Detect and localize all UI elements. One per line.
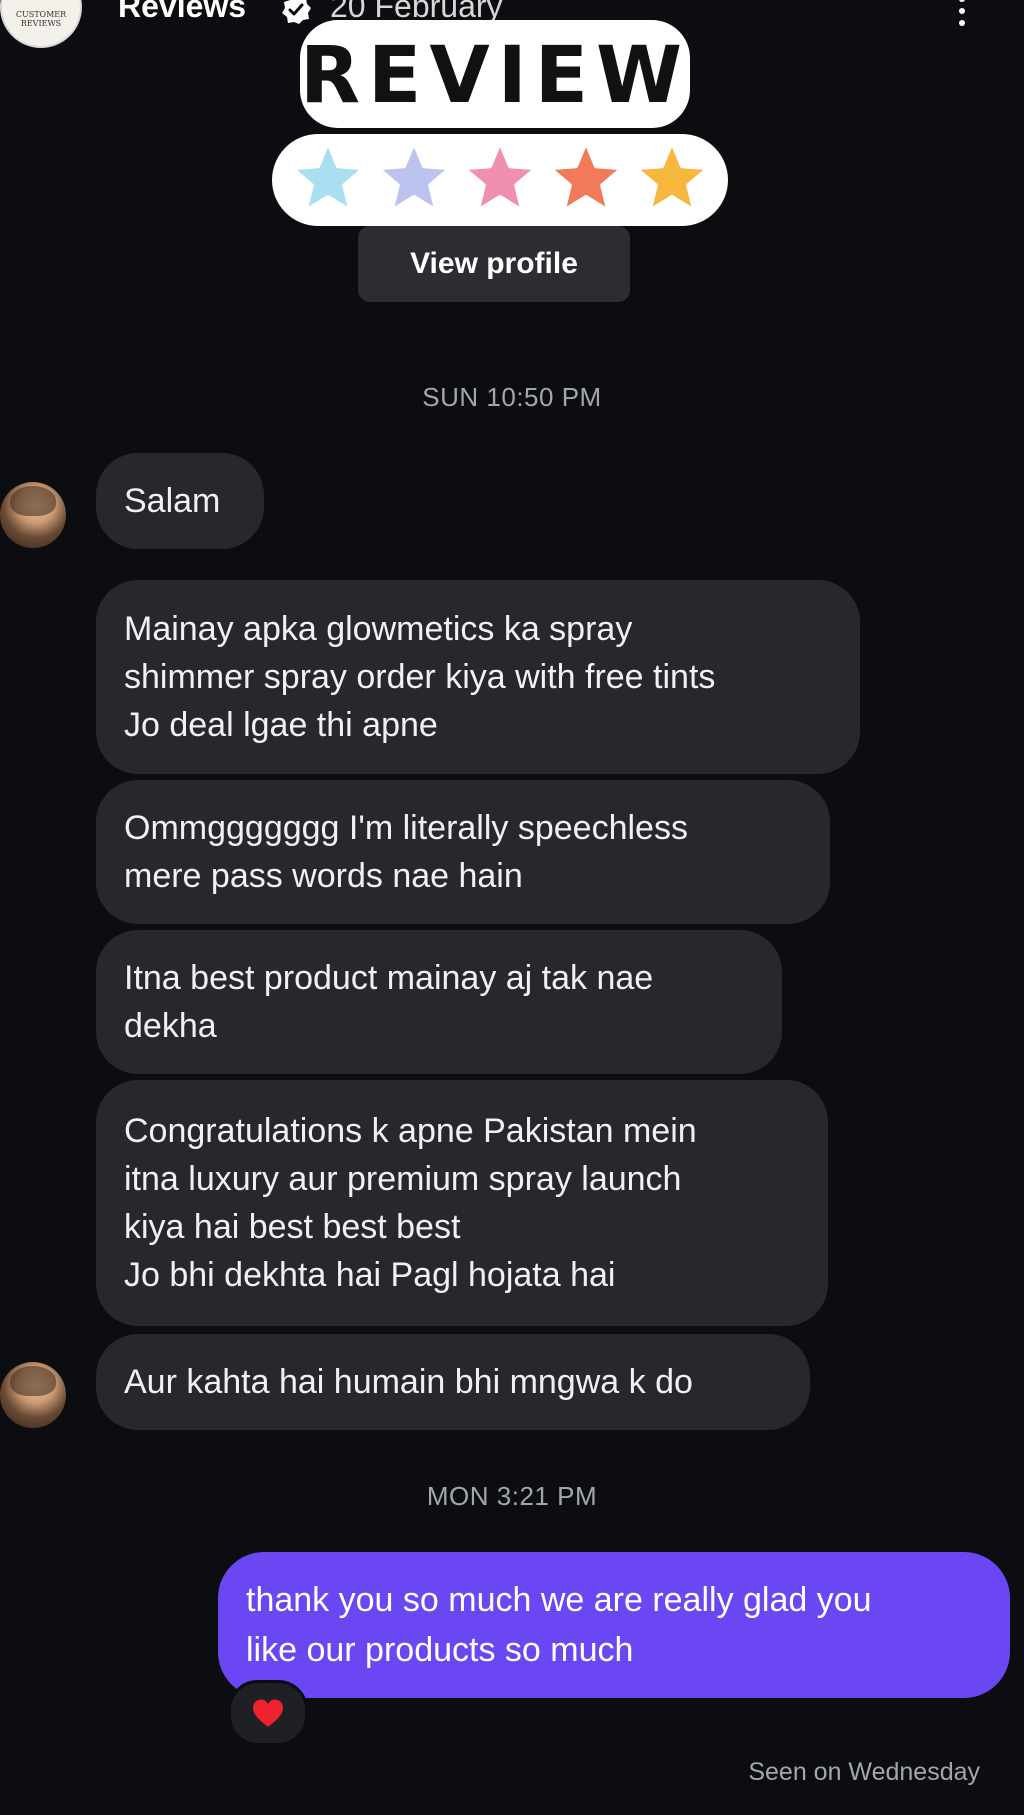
message-text: Itna best product mainay aj tak nae <box>124 959 654 997</box>
message-text: Jo bhi dekhta hai Pagl hojata hai <box>124 1256 616 1294</box>
message-bubble-incoming[interactable]: Ommggggggg I'm literally speechless mere… <box>96 780 830 924</box>
timestamp-monday: MON 3:21 PM <box>426 1481 598 1511</box>
message-text: Aur kahta hai humain bhi mngwa k do <box>124 1363 693 1401</box>
message-text: shimmer spray order kiya with free tints <box>124 658 716 696</box>
sender-avatar[interactable] <box>0 482 66 548</box>
avatar-text-line-1: CUSTOMER <box>15 10 67 19</box>
review-sticker: REVIEW <box>270 10 730 226</box>
heart-icon <box>253 1699 283 1727</box>
message-text: Jo deal lgae thi apne <box>124 706 438 744</box>
message-bubble-outgoing[interactable]: thank you so much we are really glad you… <box>218 1552 1010 1698</box>
timestamp-sunday: SUN 10:50 PM <box>422 382 602 412</box>
message-text: mere pass words nae hain <box>124 857 523 895</box>
message-bubble-incoming[interactable]: Congratulations k apne Pakistan mein itn… <box>96 1080 828 1326</box>
message-bubble-incoming[interactable]: Salam <box>96 453 264 549</box>
sticker-title: REVIEW <box>300 31 691 121</box>
rating-stars <box>272 134 728 226</box>
message-text: dekha <box>124 1007 217 1045</box>
profile-avatar[interactable]: CUSTOMER REVIEWS <box>0 0 82 48</box>
message-text: itna luxury aur premium spray launch <box>124 1160 682 1198</box>
avatar-text-line-2: REVIEWS <box>20 19 62 28</box>
sender-avatar[interactable] <box>0 1362 66 1428</box>
heart-reaction[interactable] <box>228 1680 308 1746</box>
header-username[interactable]: Reviews <box>118 0 246 25</box>
message-bubble-incoming[interactable]: Itna best product mainay aj tak nae dekh… <box>96 930 782 1074</box>
seen-status: Seen on Wednesday <box>748 1758 980 1786</box>
message-bubble-incoming[interactable]: Aur kahta hai humain bhi mngwa k do <box>96 1334 810 1430</box>
message-text: Mainay apka glowmetics ka spray <box>124 610 633 648</box>
message-bubble-incoming[interactable]: Mainay apka glowmetics ka spray shimmer … <box>96 580 860 774</box>
message-text: kiya hai best best best <box>124 1208 461 1246</box>
message-text: Congratulations k apne Pakistan mein <box>124 1112 697 1150</box>
message-text: Ommggggggg I'm literally speechless <box>124 809 688 847</box>
message-text: like our products so much <box>246 1631 634 1669</box>
message-text: Salam <box>124 482 221 520</box>
more-vertical-icon[interactable] <box>952 0 972 26</box>
message-text: thank you so much we are really glad you <box>246 1581 872 1619</box>
view-profile-button[interactable]: View profile <box>358 226 630 302</box>
